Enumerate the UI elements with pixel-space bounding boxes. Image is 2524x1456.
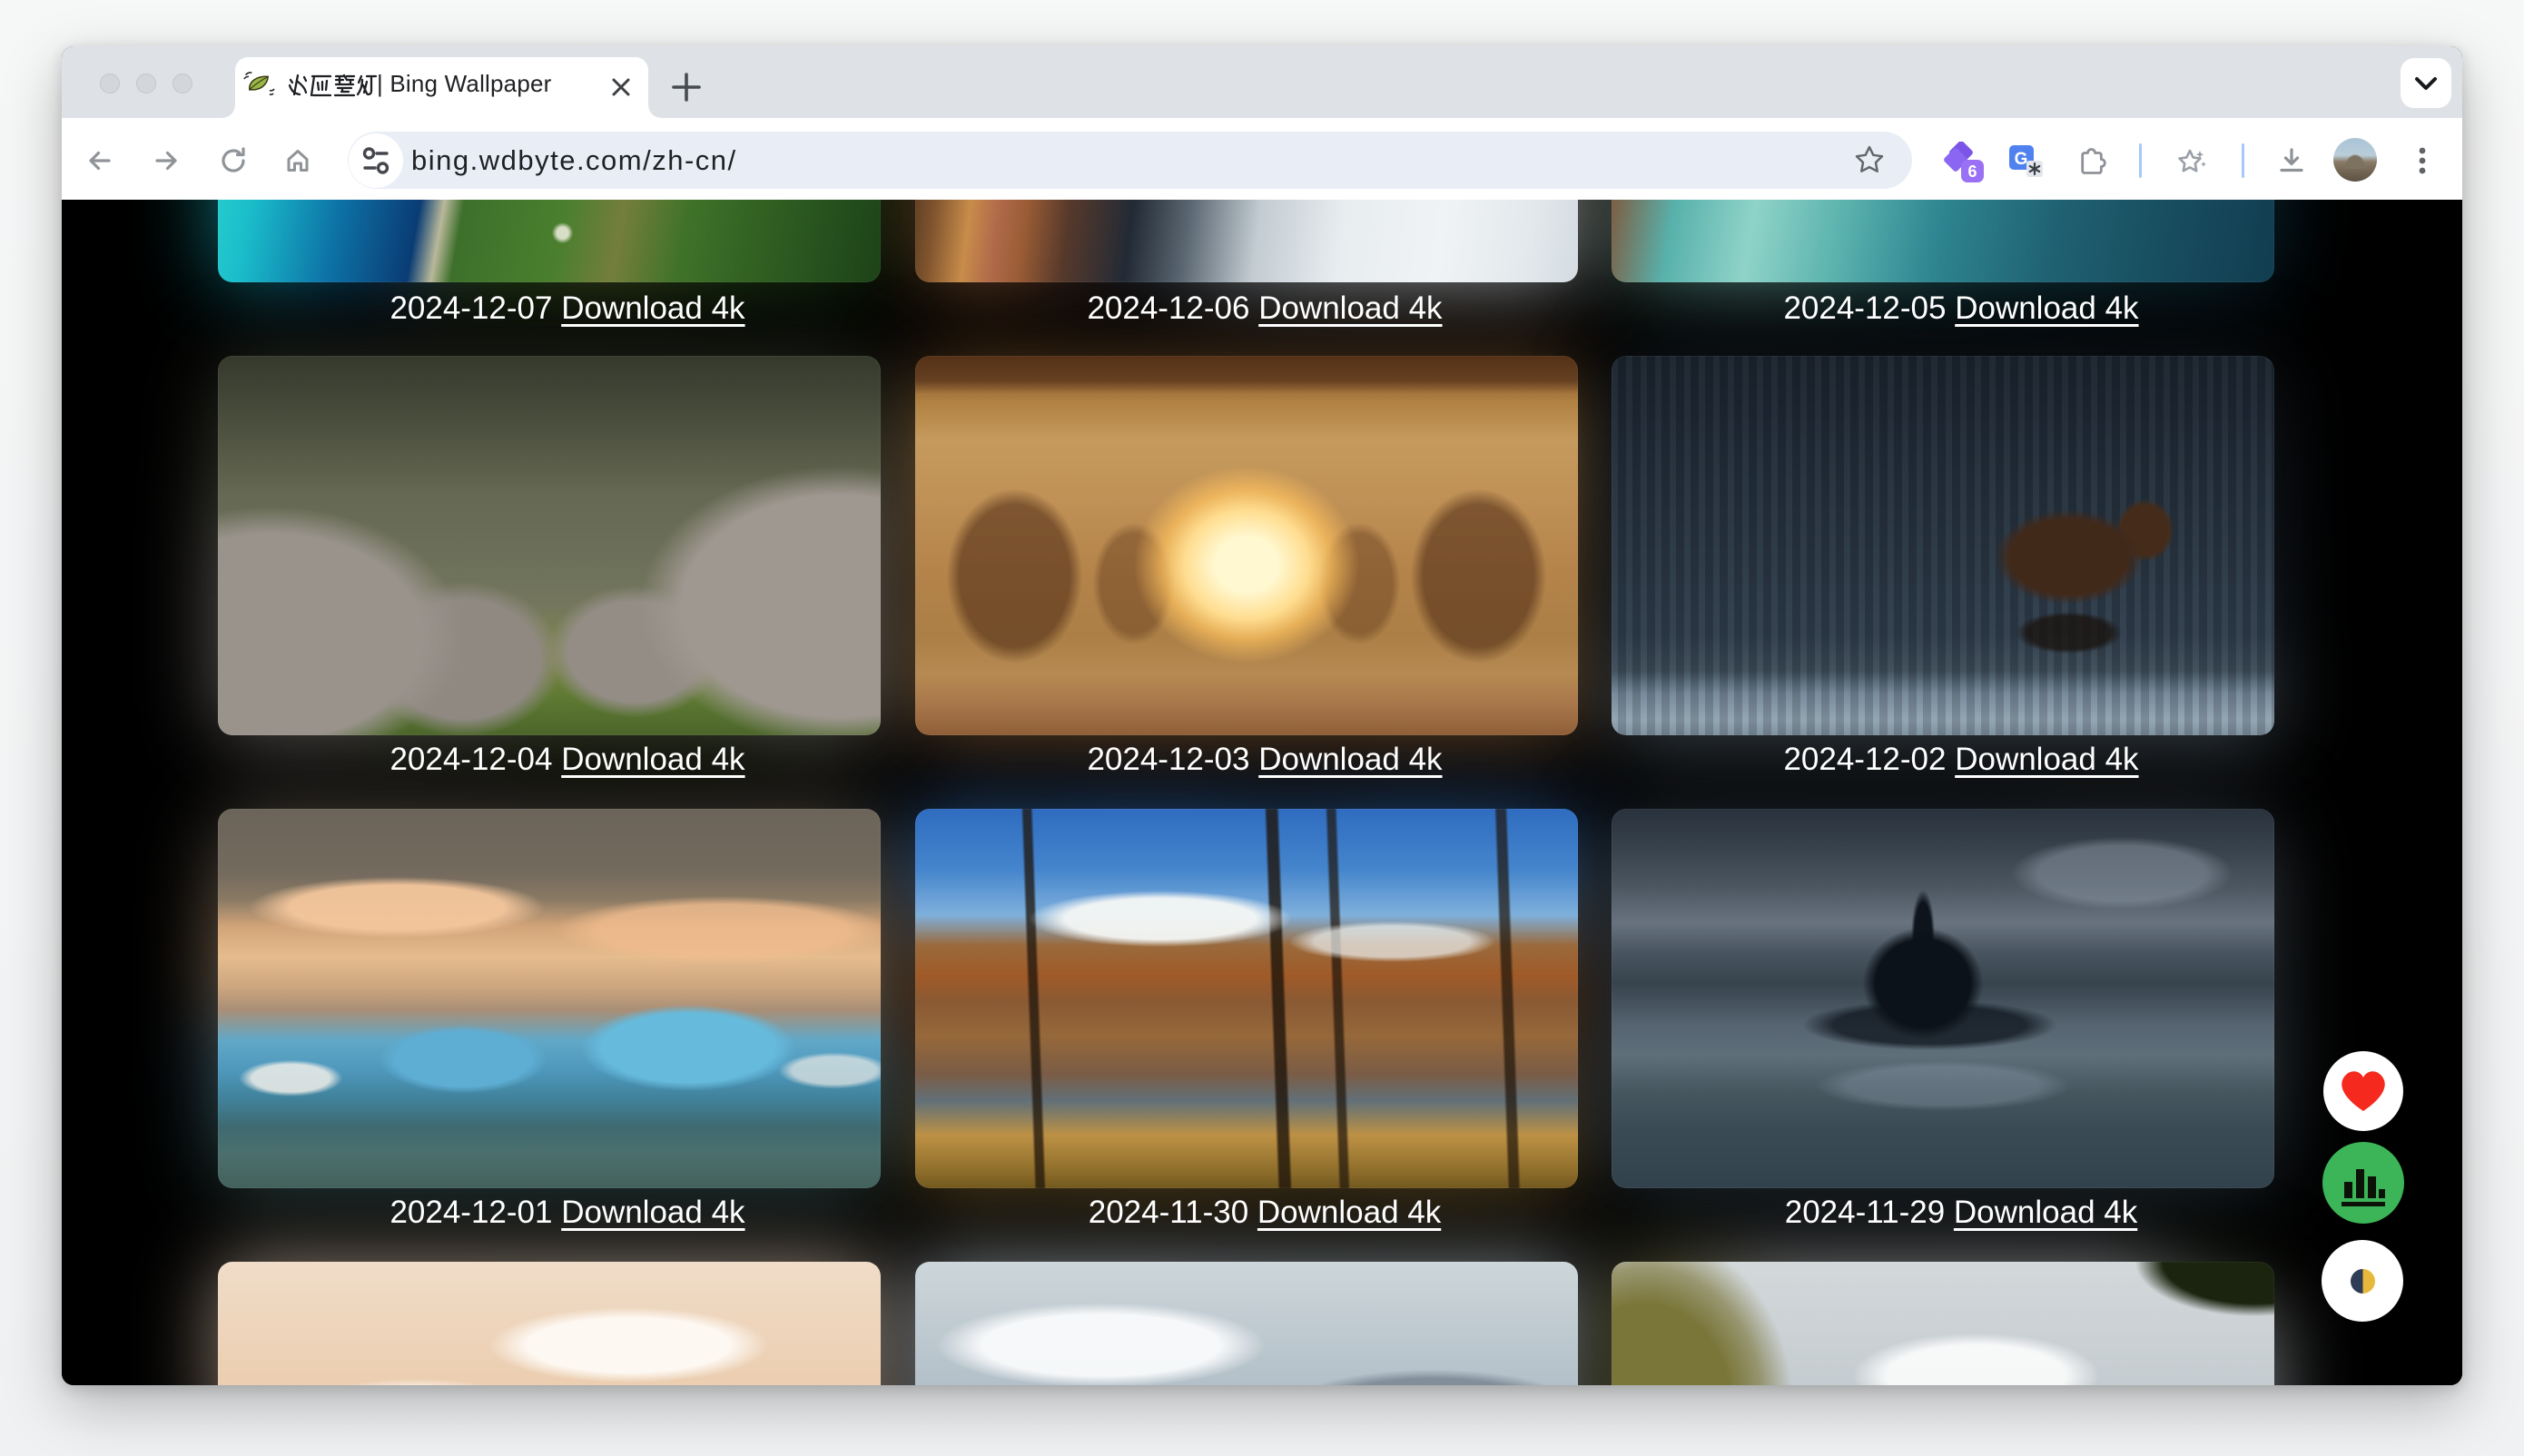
svg-text:G: G: [2015, 150, 2028, 169]
svg-text:6: 6: [1967, 162, 1977, 181]
